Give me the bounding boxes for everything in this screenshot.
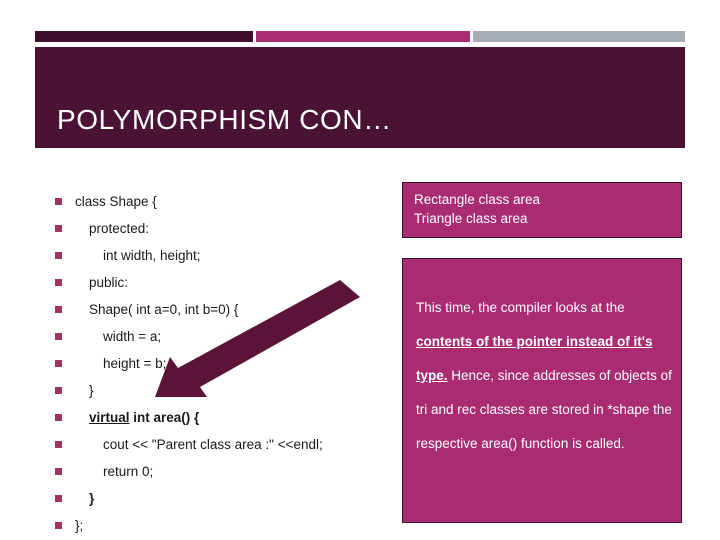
explanation-part-2: Hence, since addresses of objects of tri… (416, 368, 672, 451)
bullet-square-icon (55, 360, 62, 367)
bullet-square-icon (55, 279, 62, 286)
virtual-keyword: virtual (89, 410, 130, 425)
code-line-text: virtual int area() { (75, 404, 199, 431)
bullet-square-icon (55, 333, 62, 340)
code-line: public: (50, 269, 390, 296)
code-line-text: cout << "Parent class area :" <<endl; (103, 437, 323, 452)
code-line-text: int width, height; (103, 248, 201, 263)
bullet-square-icon (55, 468, 62, 475)
code-line-rest: int area() { (129, 410, 200, 425)
bullet-square-icon (55, 387, 62, 394)
code-line: class Shape { (50, 188, 390, 215)
bullet-square-icon (55, 252, 62, 259)
code-line-text: protected: (89, 221, 150, 236)
code-line: }; (50, 512, 390, 539)
explanation-box: This time, the compiler looks at the con… (402, 258, 682, 523)
code-line: cout << "Parent class area :" <<endl; (50, 431, 390, 458)
page-title: POLYMORPHISM CON… (57, 104, 392, 135)
code-line-text: public: (89, 275, 129, 290)
code-line-text: height = b; (103, 356, 167, 371)
bullet-square-icon (55, 198, 62, 205)
decor-bar-dark (35, 31, 253, 42)
bullet-square-icon (55, 522, 62, 529)
explanation-part-1: This time, the compiler looks at the (416, 300, 625, 315)
program-output-text: Rectangle class area Triangle class area (414, 192, 541, 226)
bullet-square-icon (55, 414, 62, 421)
program-output-box: Rectangle class area Triangle class area (402, 182, 682, 238)
code-line: } (50, 485, 390, 512)
code-line: return 0; (50, 458, 390, 485)
code-line-text: Shape( int a=0, int b=0) { (89, 302, 239, 317)
bullet-square-icon (55, 441, 62, 448)
code-line: protected: (50, 215, 390, 242)
code-line: height = b; (50, 350, 390, 377)
code-line: } (50, 377, 390, 404)
code-line-text: return 0; (103, 464, 154, 479)
code-line-text: } (89, 491, 95, 506)
code-line-text: }; (75, 518, 84, 533)
code-bullet-list: class Shape { protected: int width, height… (50, 188, 390, 539)
code-line: width = a; (50, 323, 390, 350)
bullet-square-icon (55, 225, 62, 232)
bullet-square-icon (55, 306, 62, 313)
slide-canvas: POLYMORPHISM CON… class Shape { protected… (0, 0, 720, 540)
code-line-text: } (89, 383, 94, 398)
title-band: POLYMORPHISM CON… (35, 47, 685, 148)
code-line: virtual int area() { (50, 404, 390, 431)
explanation-text: This time, the compiler looks at the con… (416, 291, 672, 461)
decor-bar-pink (256, 31, 470, 42)
code-line-text: class Shape { (75, 194, 157, 209)
decor-bar-gray (473, 31, 685, 42)
code-line: Shape( int a=0, int b=0) { (50, 296, 390, 323)
code-line: int width, height; (50, 242, 390, 269)
bullet-square-icon (55, 495, 62, 502)
code-line-text: width = a; (103, 329, 162, 344)
